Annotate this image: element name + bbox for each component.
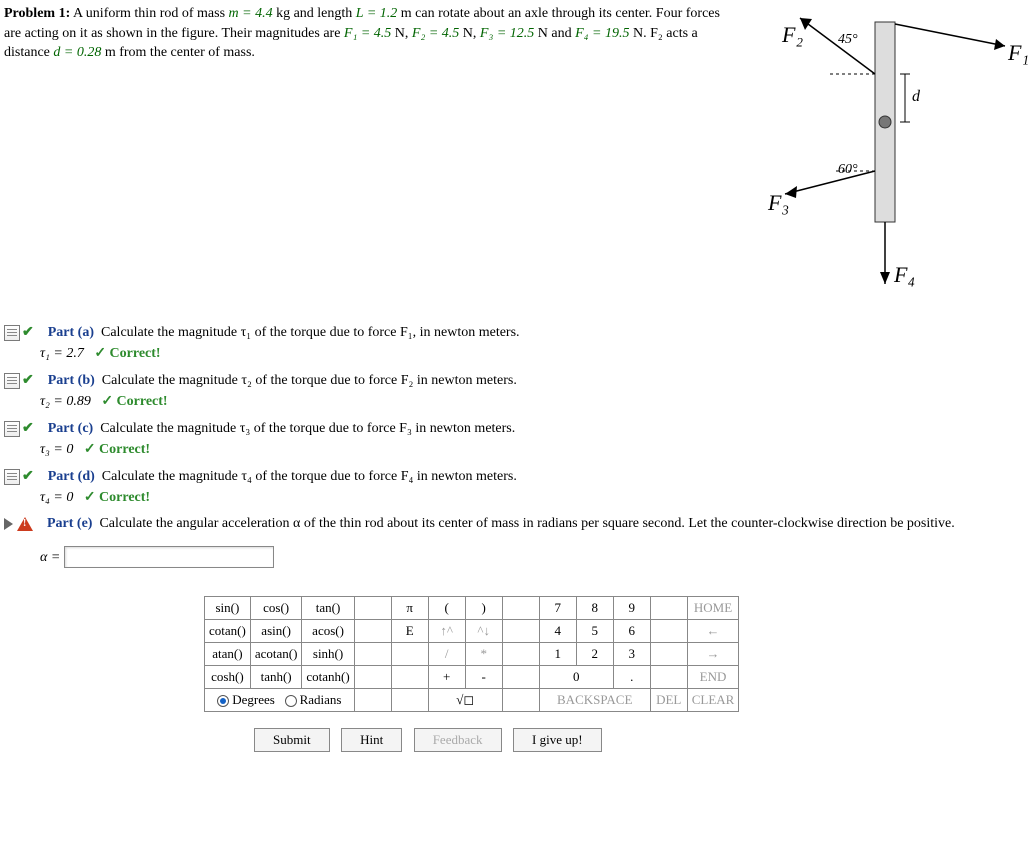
mode-degrees[interactable]: Degrees (217, 692, 275, 707)
part-c-title: Part (c) (48, 421, 93, 436)
calc-cotanh[interactable]: cotanh() (302, 666, 354, 689)
part-b-answer: τ₂ = 0.89 (40, 394, 91, 409)
calc-left[interactable]: ← (687, 620, 739, 643)
calc-dot[interactable]: . (613, 666, 650, 689)
problem-header: Problem 1: A uniform thin rod of mass m … (4, 4, 1036, 304)
problem-figure: F₂ F₁ F₃ F₄ 45° 60° d (740, 4, 1036, 304)
calc-acos[interactable]: acos() (302, 620, 354, 643)
calc-sup[interactable]: ↑^ (428, 620, 465, 643)
part-c-prompt: Calculate the magnitude τ₃ of the torque… (100, 421, 515, 436)
problem-statement: Problem 1: A uniform thin rod of mass m … (4, 4, 740, 63)
calc-sinh[interactable]: sinh() (302, 643, 354, 666)
calc-right[interactable]: → (687, 643, 739, 666)
label-F2: F₂ (782, 22, 803, 48)
part-b: ✔ Part (b) Calculate the magnitude τ₂ of… (4, 372, 1036, 389)
submit-button[interactable]: Submit (254, 728, 330, 752)
calc-cosh[interactable]: cosh() (205, 666, 251, 689)
calc-sin[interactable]: sin() (205, 597, 251, 620)
part-d-title: Part (d) (48, 469, 95, 484)
calc-sqrt[interactable]: √◻ (428, 689, 502, 712)
part-a-title: Part (a) (48, 325, 94, 340)
check-icon: ✔ (22, 468, 34, 485)
angle-45: 45° (838, 32, 858, 48)
calc-lparen[interactable]: ( (428, 597, 465, 620)
note-icon[interactable] (4, 373, 20, 389)
part-d-prompt: Calculate the magnitude τ₄ of the torque… (102, 469, 517, 484)
calc-tanh[interactable]: tanh() (250, 666, 302, 689)
calc-del[interactable]: DEL (650, 689, 687, 712)
part-d-answer: τ₄ = 0 (40, 490, 73, 505)
calc-home[interactable]: HOME (687, 597, 739, 620)
calc-cotan[interactable]: cotan() (205, 620, 251, 643)
calc-plus[interactable]: + (428, 666, 465, 689)
alpha-input-row: α = (40, 546, 1036, 568)
calc-1[interactable]: 1 (539, 643, 576, 666)
part-c-status: ✓ Correct! (84, 442, 150, 457)
parts-list: ✔ Part (a) Calculate the magnitude τ₁ of… (4, 324, 1036, 752)
action-buttons: Submit Hint Feedback I give up! (254, 728, 1036, 752)
feedback-button: Feedback (414, 728, 502, 752)
giveup-button[interactable]: I give up! (513, 728, 602, 752)
alpha-input[interactable] (64, 546, 274, 568)
calc-4[interactable]: 4 (539, 620, 576, 643)
calc-acotan[interactable]: acotan() (250, 643, 302, 666)
check-icon: ✔ (22, 420, 34, 437)
calc-6[interactable]: 6 (613, 620, 650, 643)
part-a-answer: τ₁ = 2.7 (40, 346, 84, 361)
calc-cos[interactable]: cos() (250, 597, 302, 620)
alpha-label: α = (40, 550, 60, 565)
label-F3: F₃ (768, 190, 789, 216)
check-icon: ✔ (22, 324, 34, 341)
calc-mul[interactable]: * (465, 643, 502, 666)
calc-5[interactable]: 5 (576, 620, 613, 643)
calc-asin[interactable]: asin() (250, 620, 302, 643)
part-a-prompt: Calculate the magnitude τ₁ of the torque… (101, 325, 520, 340)
calc-end[interactable]: END (687, 666, 739, 689)
calc-pi[interactable]: π (391, 597, 428, 620)
calc-0[interactable]: 0 (539, 666, 613, 689)
label-d: d (912, 88, 920, 106)
calc-tan[interactable]: tan() (302, 597, 354, 620)
check-icon: ✔ (22, 372, 34, 389)
calc-rparen[interactable]: ) (465, 597, 502, 620)
part-b-status: ✓ Correct! (101, 394, 167, 409)
hint-button[interactable]: Hint (341, 728, 402, 752)
calc-clear[interactable]: CLEAR (687, 689, 739, 712)
label-F4: F₄ (894, 262, 915, 288)
note-icon[interactable] (4, 469, 20, 485)
part-c-answer: τ₃ = 0 (40, 442, 73, 457)
label-F1: F₁ (1008, 40, 1029, 66)
part-a-status: ✓ Correct! (94, 346, 160, 361)
calc-9[interactable]: 9 (613, 597, 650, 620)
part-e-prompt: Calculate the angular acceleration α of … (99, 516, 954, 531)
part-b-prompt: Calculate the magnitude τ₂ of the torque… (102, 373, 517, 388)
calc-E[interactable]: E (391, 620, 428, 643)
calc-2[interactable]: 2 (576, 643, 613, 666)
calc-minus[interactable]: - (465, 666, 502, 689)
calc-backspace[interactable]: BACKSPACE (539, 689, 650, 712)
note-icon[interactable] (4, 421, 20, 437)
calc-8[interactable]: 8 (576, 597, 613, 620)
part-b-title: Part (b) (48, 373, 95, 388)
part-d-status: ✓ Correct! (84, 490, 150, 505)
calc-div[interactable]: / (428, 643, 465, 666)
calc-3[interactable]: 3 (613, 643, 650, 666)
note-icon[interactable] (4, 325, 20, 341)
part-a: ✔ Part (a) Calculate the magnitude τ₁ of… (4, 324, 1036, 341)
radio-icon (217, 695, 229, 707)
mode-radians[interactable]: Radians (285, 692, 342, 707)
play-icon (4, 518, 13, 530)
part-e-title: Part (e) (47, 516, 92, 531)
calc-atan[interactable]: atan() (205, 643, 251, 666)
calc-7[interactable]: 7 (539, 597, 576, 620)
warning-icon (17, 517, 33, 531)
radio-icon (285, 695, 297, 707)
part-e: Part (e) Calculate the angular accelerat… (4, 516, 1036, 532)
calculator-pad: sin() cos() tan() π ( ) 7 8 9 HOME cotan… (204, 596, 1036, 752)
angle-60: 60° (838, 162, 858, 178)
part-d: ✔ Part (d) Calculate the magnitude τ₄ of… (4, 468, 1036, 485)
problem-label: Problem 1: (4, 6, 70, 21)
part-c: ✔ Part (c) Calculate the magnitude τ₃ of… (4, 420, 1036, 437)
calc-sub[interactable]: ^↓ (465, 620, 502, 643)
